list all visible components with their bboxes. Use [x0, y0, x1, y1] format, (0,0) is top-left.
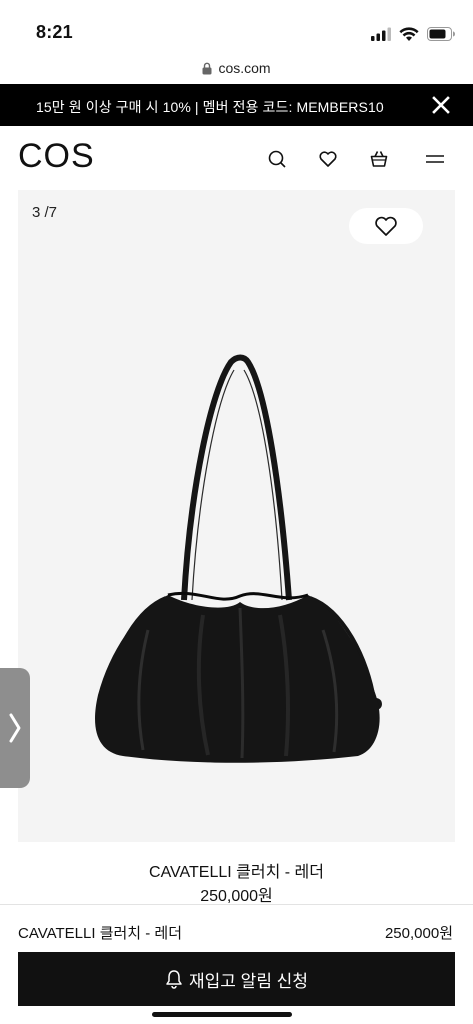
product-name: CAVATELLI 클러치 - 레더: [149, 864, 324, 881]
close-icon[interactable]: [429, 93, 453, 117]
side-panel-tab[interactable]: [0, 668, 30, 788]
promo-text: 15만 원 이상 구매 시 10% | 멤버 전용 코드: MEMBERS10: [36, 99, 384, 115]
promo-banner: 15만 원 이상 구매 시 10% | 멤버 전용 코드: MEMBERS10: [0, 84, 473, 126]
sticky-product-name: CAVATELLI 클러치 - 레더: [18, 925, 183, 942]
image-counter: 3 /7: [32, 204, 58, 221]
heart-icon: [375, 216, 397, 236]
battery-icon: [427, 27, 455, 41]
signal-icon: [371, 27, 391, 41]
product-price: 250,000원: [200, 888, 273, 905]
status-time: 8:21: [36, 22, 73, 42]
sticky-product-price: 250,000원: [384, 925, 453, 942]
wifi-icon: [399, 26, 419, 41]
heart-icon[interactable]: [317, 148, 339, 170]
product-image-gallery[interactable]: 3 /7: [18, 190, 455, 842]
basket-icon[interactable]: [368, 148, 390, 170]
sticky-purchase-bar: CAVATELLI 클러치 - 레더 250,000원 재입고 알림 신청: [0, 904, 473, 1024]
site-header: COS: [0, 126, 473, 188]
status-bar: 8:21: [0, 0, 473, 52]
status-icons: [371, 24, 455, 44]
search-icon[interactable]: [266, 148, 288, 170]
cos-logo[interactable]: COS: [18, 137, 95, 176]
bell-icon: [166, 970, 182, 989]
product-image-bag: [95, 354, 382, 763]
wishlist-button[interactable]: [349, 208, 423, 244]
restock-button-label: 재입고 알림 신청: [189, 971, 308, 991]
home-indicator: [152, 1012, 292, 1017]
url-bar[interactable]: cos.com: [0, 52, 473, 84]
chevron-right-icon: [9, 713, 21, 743]
lock-icon: [202, 62, 212, 74]
menu-icon[interactable]: [424, 148, 446, 170]
url-domain: cos.com: [218, 60, 271, 76]
restock-alert-button[interactable]: 재입고 알림 신청: [18, 952, 455, 1006]
